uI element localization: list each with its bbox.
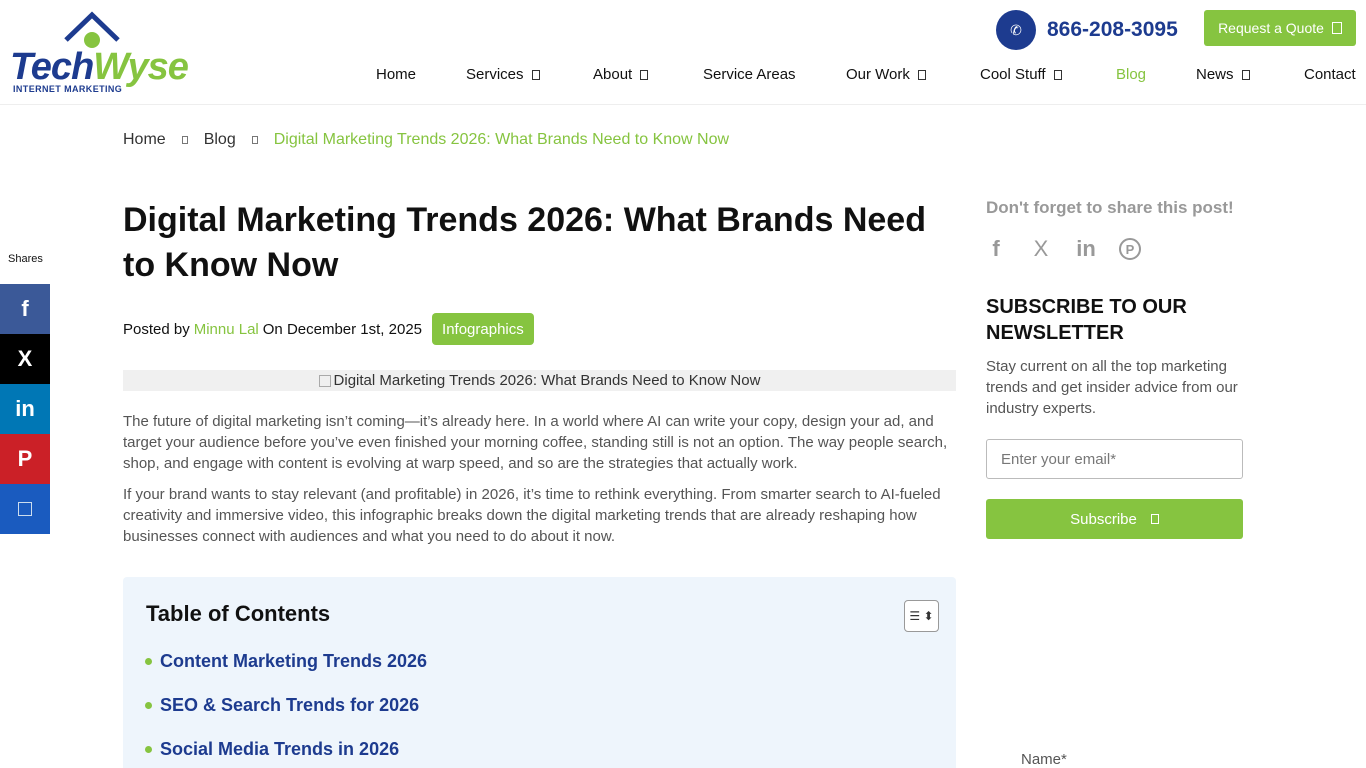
side-share-x[interactable]: X	[0, 334, 50, 384]
facebook-icon[interactable]: f	[984, 236, 1008, 262]
bullet-icon	[145, 746, 152, 753]
shares-label: Shares	[8, 253, 43, 265]
newsletter-description: Stay current on all the top marketing tr…	[986, 358, 1238, 417]
chevron-right-icon	[251, 136, 258, 144]
pinterest-icon[interactable]: P	[1119, 238, 1141, 260]
toc-toggle-button[interactable]: ☰ ⬍	[904, 600, 939, 632]
request-quote-label: Request a Quote	[1218, 20, 1324, 36]
linkedin-icon: in	[15, 396, 35, 421]
breadcrumb-blog[interactable]: Blog	[204, 131, 236, 149]
breadcrumb-home[interactable]: Home	[123, 131, 166, 149]
intro-paragraph-1: The future of digital marketing isn’t co…	[123, 413, 948, 472]
nav-contact[interactable]: Contact	[1304, 66, 1356, 83]
toc-title: Table of Contents	[146, 601, 331, 626]
side-share-pinterest[interactable]: P	[0, 434, 50, 484]
breadcrumb: Home Blog Digital Marketing Trends 2026:…	[123, 131, 729, 149]
send-icon	[1150, 514, 1159, 524]
broken-image-icon	[318, 374, 331, 387]
nav-home[interactable]: Home	[376, 66, 416, 83]
bullet-icon	[145, 658, 152, 665]
category-tag[interactable]: Infographics	[432, 313, 534, 345]
nav-blog[interactable]: Blog	[1116, 66, 1146, 83]
toc-item[interactable]: SEO & Search Trends for 2026	[145, 695, 419, 716]
phone-number: 866-208-3095	[1047, 18, 1178, 41]
chevron-down-icon	[1241, 69, 1250, 80]
list-icon: ☰ ⬍	[909, 609, 934, 623]
main-nav: Home Services About Service Areas Our Wo…	[0, 66, 1366, 86]
nav-service-areas[interactable]: Service Areas	[703, 66, 796, 83]
nav-our-work[interactable]: Our Work	[846, 66, 926, 83]
share-icons: f X in P	[984, 236, 1162, 262]
phone-link[interactable]: ✆ 866-208-3095	[996, 10, 1178, 50]
linkedin-icon[interactable]: in	[1074, 236, 1098, 262]
posted-by-label: Posted by	[123, 320, 190, 338]
newsletter-heading: SUBSCRIBE TO OUR NEWSLETTER	[986, 296, 1187, 344]
table-of-contents: Table of Contents ☰ ⬍ Content Marketing …	[123, 577, 956, 768]
share-heading: Don't forget to share this post!	[986, 198, 1234, 217]
chevron-right-icon	[181, 136, 188, 144]
post-meta: Posted by Minnu Lal On December 1st, 202…	[123, 313, 534, 345]
hero-image: Digital Marketing Trends 2026: What Bran…	[123, 370, 956, 391]
nav-news[interactable]: News	[1196, 66, 1250, 83]
intro-paragraph-2: If your brand wants to stay relevant (an…	[123, 486, 941, 545]
page-title: Digital Marketing Trends 2026: What Bran…	[123, 201, 926, 284]
chevron-down-icon	[531, 69, 540, 80]
post-date: On December 1st, 2025	[262, 320, 423, 338]
chevron-down-icon	[640, 69, 649, 80]
subscribe-button[interactable]: Subscribe	[986, 499, 1243, 539]
site-header: TechWyse INTERNET MARKETING ✆ 866-208-30…	[0, 0, 1366, 105]
request-quote-button[interactable]: Request a Quote	[1204, 10, 1356, 46]
author-link[interactable]: Minnu Lal	[194, 321, 259, 338]
name-field-label: Name*	[1021, 751, 1067, 768]
phone-icon: ✆	[996, 10, 1036, 50]
side-share-linkedin[interactable]: in	[0, 384, 50, 434]
chevron-down-icon	[1053, 69, 1062, 80]
x-icon: X	[17, 346, 33, 371]
breadcrumb-current: Digital Marketing Trends 2026: What Bran…	[273, 131, 730, 148]
x-icon[interactable]: X	[1029, 236, 1053, 262]
chevron-down-icon	[917, 69, 926, 80]
facebook-icon: f	[21, 296, 29, 321]
nav-cool-stuff[interactable]: Cool Stuff	[980, 66, 1062, 83]
broken-image-icon	[18, 502, 32, 516]
document-icon	[1331, 22, 1342, 34]
side-share-other[interactable]	[0, 484, 50, 534]
toc-item[interactable]: Content Marketing Trends 2026	[145, 651, 427, 672]
side-share-facebook[interactable]: f	[0, 284, 50, 334]
subscribe-label: Subscribe	[1070, 510, 1137, 528]
nav-services[interactable]: Services	[466, 66, 540, 83]
email-input[interactable]	[986, 439, 1243, 479]
toc-item[interactable]: Social Media Trends in 2026	[145, 739, 399, 760]
hero-image-alt: Digital Marketing Trends 2026: What Bran…	[333, 372, 761, 389]
bullet-icon	[145, 702, 152, 709]
pinterest-icon: P	[17, 446, 33, 471]
nav-about[interactable]: About	[593, 66, 649, 83]
